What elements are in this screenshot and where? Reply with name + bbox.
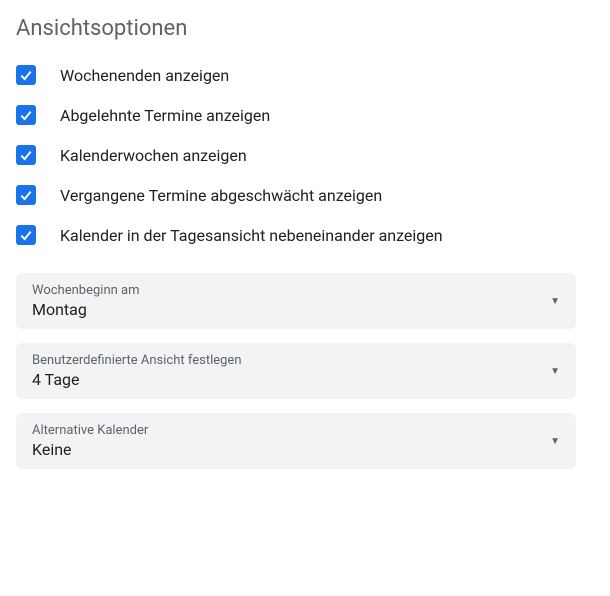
chevron-down-icon: ▼ (550, 296, 560, 307)
check-icon (18, 187, 34, 203)
checkbox-label: Wochenenden anzeigen (60, 66, 229, 85)
checkbox-show-week-numbers[interactable] (16, 145, 36, 165)
checkbox-row-show-week-numbers: Kalenderwochen anzeigen (16, 145, 594, 165)
check-icon (18, 67, 34, 83)
checkbox-row-side-by-side-day-view: Kalender in der Tagesansicht nebeneinand… (16, 225, 594, 245)
dropdown-value: Keine (32, 440, 148, 459)
checkbox-row-show-weekends: Wochenenden anzeigen (16, 65, 594, 85)
dropdown-text: Wochenbeginn am Montag (32, 283, 140, 319)
checkbox-label: Vergangene Termine abgeschwächt anzeigen (60, 186, 382, 205)
check-icon (18, 147, 34, 163)
dropdown-label: Benutzerdefinierte Ansicht festlegen (32, 353, 242, 368)
checkbox-row-show-declined: Abgelehnte Termine anzeigen (16, 105, 594, 125)
dropdown-text: Benutzerdefinierte Ansicht festlegen 4 T… (32, 353, 242, 389)
chevron-down-icon: ▼ (550, 366, 560, 377)
checkbox-list: Wochenenden anzeigen Abgelehnte Termine … (16, 65, 594, 245)
dropdown-label: Alternative Kalender (32, 423, 148, 438)
dropdown-label: Wochenbeginn am (32, 283, 140, 298)
checkbox-label: Kalenderwochen anzeigen (60, 146, 247, 165)
dropdown-list: Wochenbeginn am Montag ▼ Benutzerdefinie… (16, 273, 594, 469)
checkbox-row-dim-past-events: Vergangene Termine abgeschwächt anzeigen (16, 185, 594, 205)
checkbox-side-by-side-day-view[interactable] (16, 225, 36, 245)
dropdown-custom-view[interactable]: Benutzerdefinierte Ansicht festlegen 4 T… (16, 343, 576, 399)
dropdown-value: 4 Tage (32, 370, 242, 389)
checkbox-label: Abgelehnte Termine anzeigen (60, 106, 270, 125)
dropdown-alternative-calendar[interactable]: Alternative Kalender Keine ▼ (16, 413, 576, 469)
check-icon (18, 227, 34, 243)
check-icon (18, 107, 34, 123)
section-heading: Ansichtsoptionen (16, 16, 594, 41)
dropdown-text: Alternative Kalender Keine (32, 423, 148, 459)
chevron-down-icon: ▼ (550, 436, 560, 447)
checkbox-show-weekends[interactable] (16, 65, 36, 85)
dropdown-week-start[interactable]: Wochenbeginn am Montag ▼ (16, 273, 576, 329)
checkbox-show-declined[interactable] (16, 105, 36, 125)
checkbox-label: Kalender in der Tagesansicht nebeneinand… (60, 226, 443, 245)
checkbox-dim-past-events[interactable] (16, 185, 36, 205)
dropdown-value: Montag (32, 300, 140, 319)
